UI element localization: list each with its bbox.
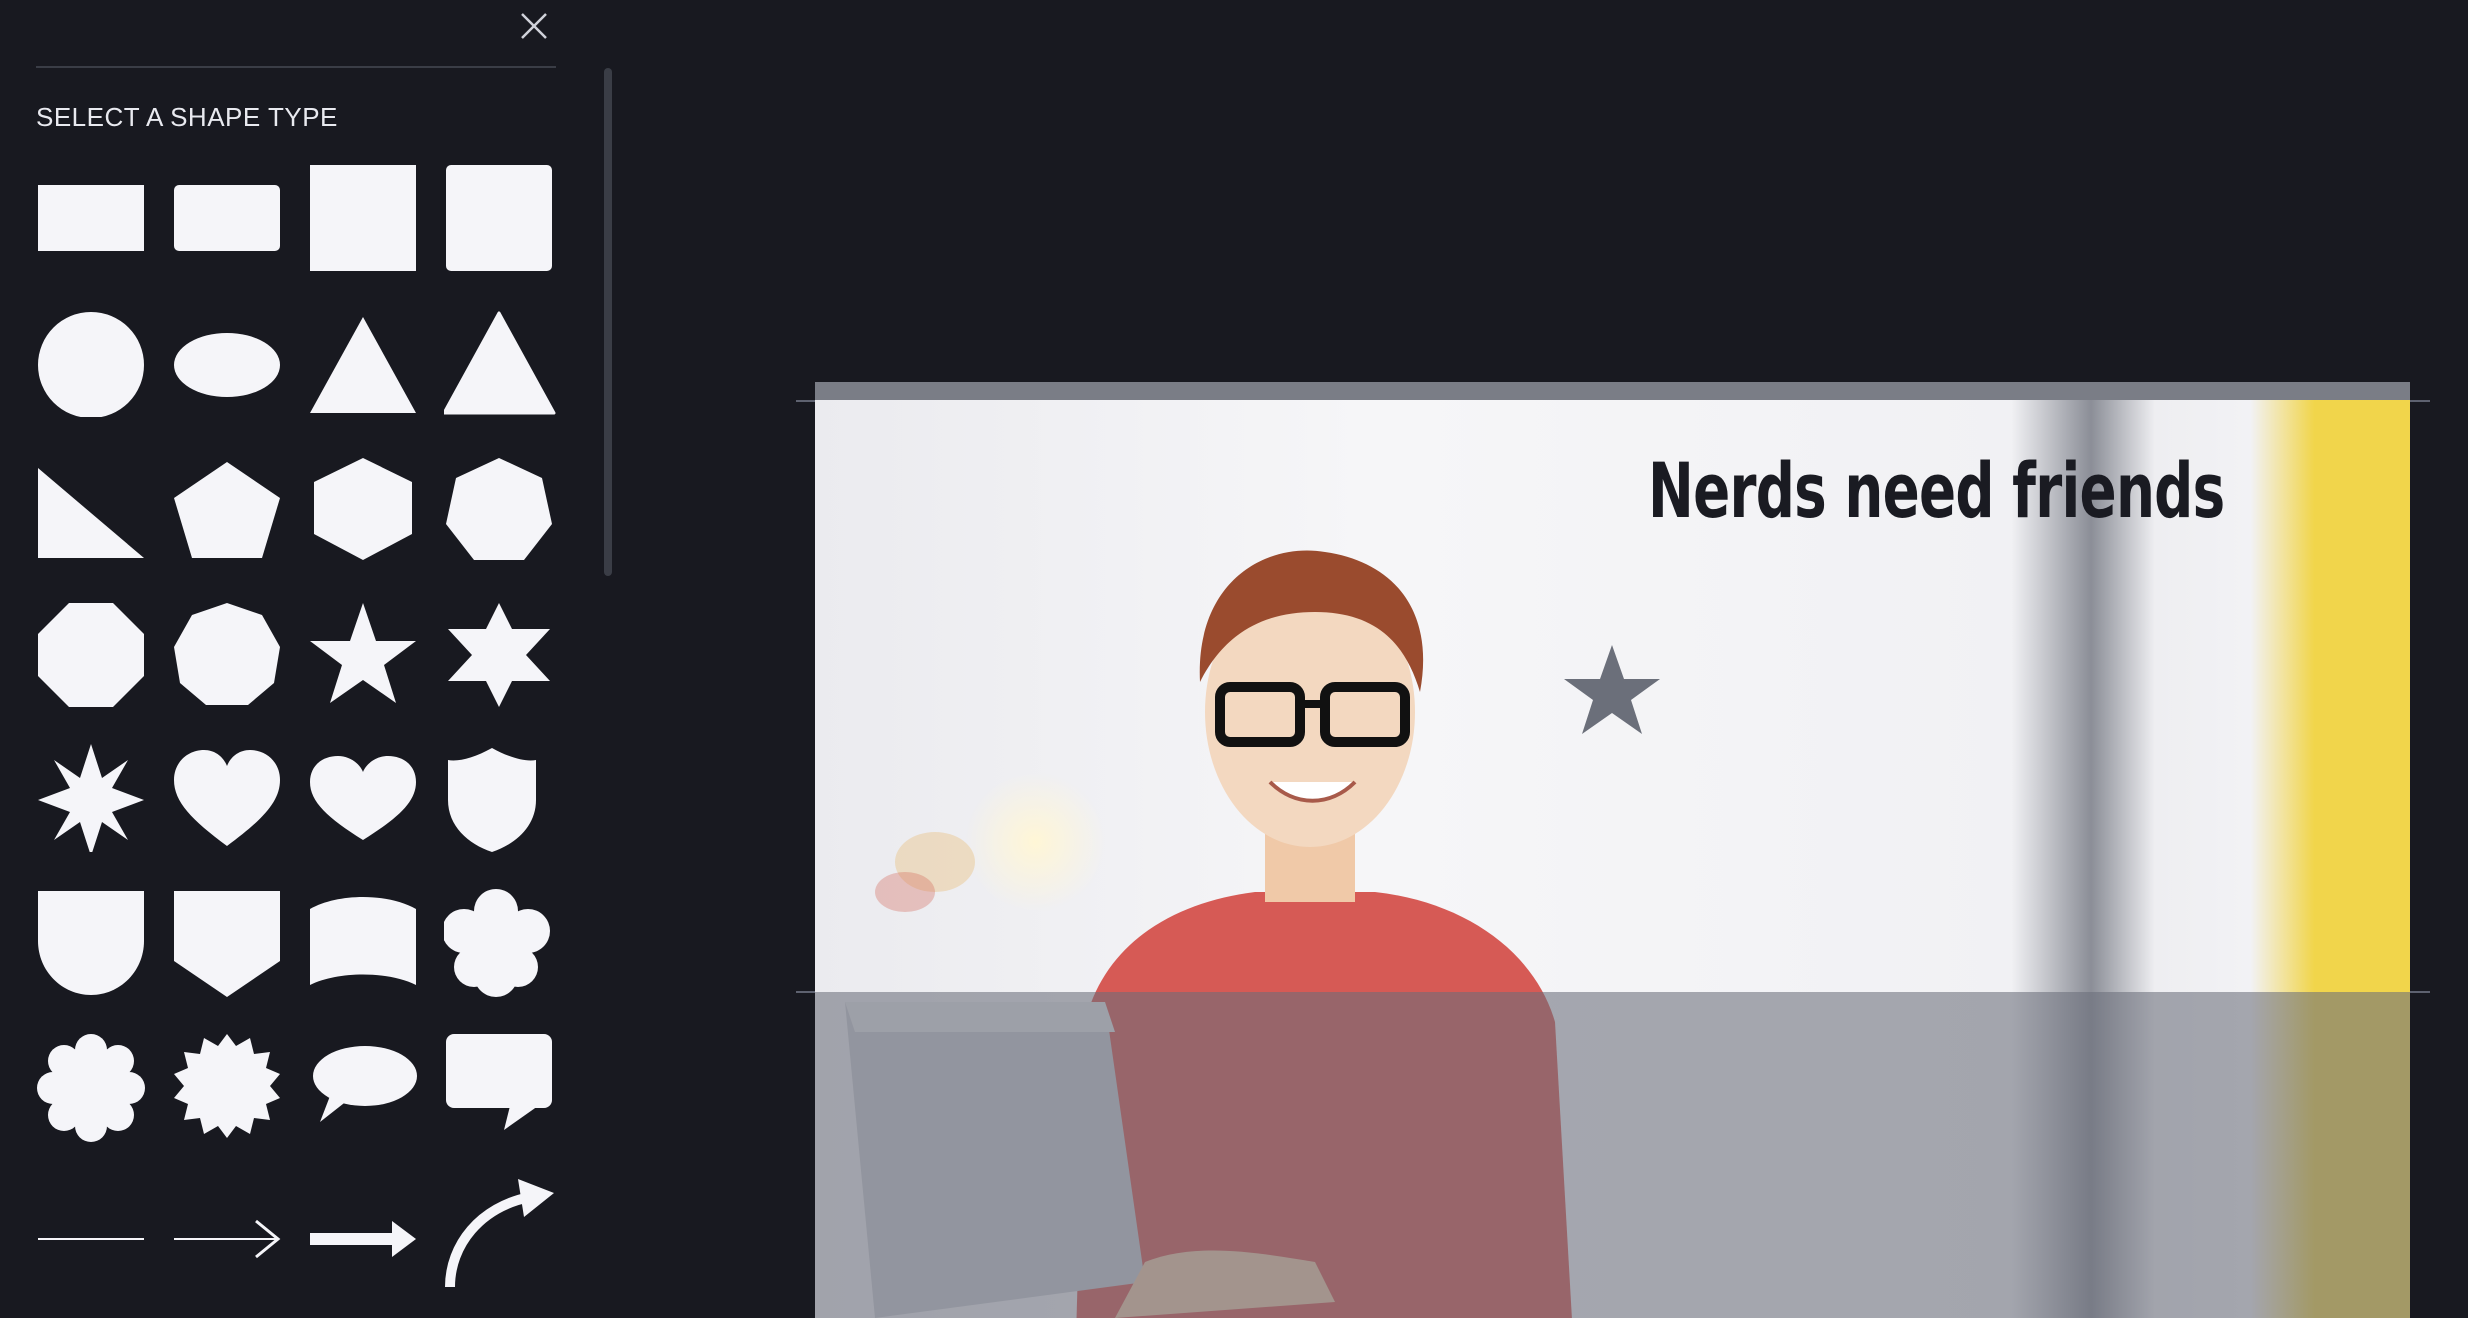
- shape-banner-wave[interactable]: [308, 885, 420, 997]
- shape-ellipse[interactable]: [172, 305, 284, 417]
- shape-octagon[interactable]: [36, 595, 148, 707]
- panel-scrollbar[interactable]: [604, 68, 612, 576]
- panel-title: SELECT A SHAPE TYPE: [36, 102, 338, 132]
- shape-badge[interactable]: [36, 885, 148, 997]
- shape-panel: SELECT A SHAPE TYPE: [0, 0, 612, 1318]
- shape-right-triangle[interactable]: [36, 450, 148, 562]
- shape-star[interactable]: [308, 595, 420, 707]
- shape-arrow-bold[interactable]: [308, 1175, 420, 1287]
- shape-circle[interactable]: [36, 305, 148, 417]
- shape-heptagon[interactable]: [444, 450, 556, 562]
- close-button[interactable]: [512, 4, 556, 48]
- shape-speech-bubble[interactable]: [308, 1030, 420, 1142]
- shape-flower[interactable]: [444, 885, 556, 997]
- shape-grid: [36, 160, 558, 1310]
- shape-rectangle[interactable]: [36, 160, 148, 272]
- shape-nonagon[interactable]: [172, 595, 284, 707]
- shape-triangle[interactable]: [308, 305, 420, 417]
- shape-rounded-triangle[interactable]: [444, 305, 556, 417]
- shape-six-point-star[interactable]: [444, 595, 556, 707]
- shape-square[interactable]: [308, 160, 420, 272]
- close-icon: [521, 13, 547, 39]
- shape-rounded-square[interactable]: [444, 160, 556, 272]
- shape-arrow-curved[interactable]: [444, 1175, 556, 1287]
- shape-hexagon[interactable]: [308, 450, 420, 562]
- shape-heart[interactable]: [172, 740, 284, 852]
- shape-pentagon[interactable]: [172, 450, 284, 562]
- shape-flower-ten-petal[interactable]: [36, 1030, 148, 1142]
- shape-shield[interactable]: [444, 740, 556, 852]
- shape-pennant[interactable]: [172, 885, 284, 997]
- shape-eight-point-star[interactable]: [36, 740, 148, 852]
- canvas-headline[interactable]: Nerds need friends: [1648, 446, 2225, 535]
- shape-arrow-thin[interactable]: [172, 1175, 284, 1287]
- shape-wide-heart[interactable]: [308, 740, 420, 852]
- shape-line[interactable]: [36, 1175, 148, 1287]
- shape-rounded-rectangle[interactable]: [172, 160, 284, 272]
- panel-divider: [36, 66, 556, 68]
- shape-seal[interactable]: [172, 1030, 284, 1142]
- shape-callout-box[interactable]: [444, 1030, 556, 1142]
